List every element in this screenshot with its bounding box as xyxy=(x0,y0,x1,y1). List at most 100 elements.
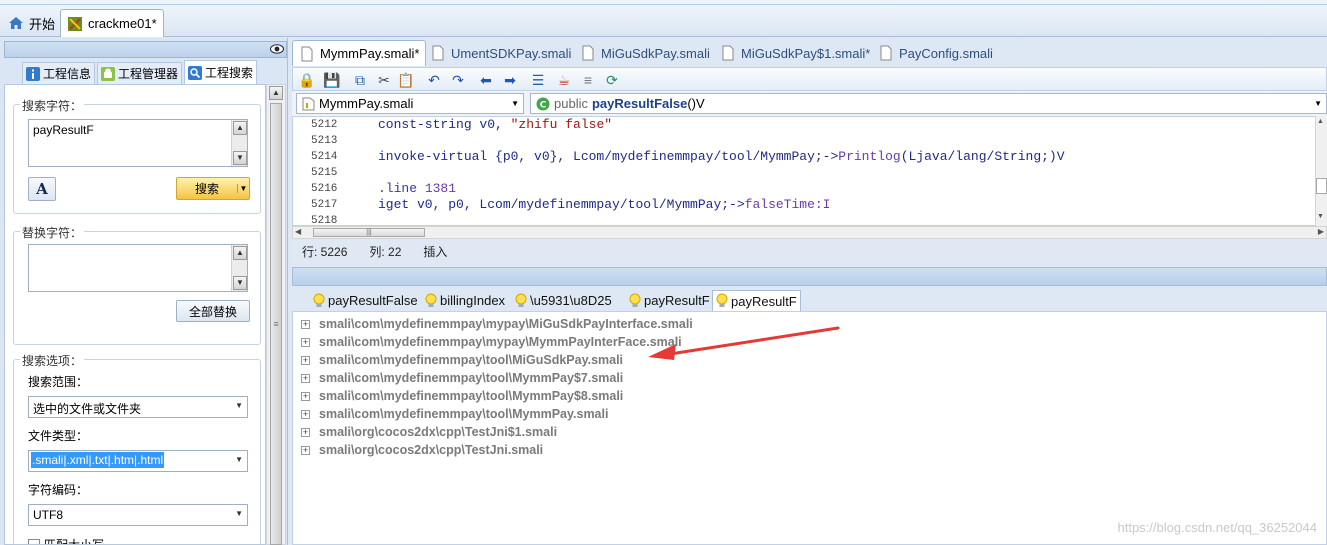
match-case-checkbox[interactable]: 匹配大小写 xyxy=(28,536,104,544)
dropdown-arrow-icon[interactable]: ▼ xyxy=(237,184,249,193)
editor-tab-label: PayConfig.smali xyxy=(899,45,993,61)
refresh-icon[interactable]: ⟳ xyxy=(603,71,621,89)
paste-icon[interactable]: 📋 xyxy=(397,71,415,89)
tab-crackme01[interactable]: crackme01* xyxy=(60,9,164,37)
tab-start[interactable]: 开始 xyxy=(2,9,61,37)
replace-input[interactable]: ▲ ▼ xyxy=(28,244,248,292)
scroll-down-icon[interactable]: ▼ xyxy=(1317,213,1324,220)
editor-tab-mymmpay[interactable]: MymmPay.smali* xyxy=(292,40,427,66)
lightbulb-icon xyxy=(425,293,437,307)
expand-icon[interactable]: + xyxy=(301,337,310,347)
code-editor[interactable]: 5212 const-string v0, "zhifu false" 5213 52… xyxy=(292,116,1327,226)
java-icon[interactable]: ☕ xyxy=(555,71,573,89)
scroll-up-icon[interactable]: ▲ xyxy=(233,246,247,260)
left-panel-scrollbar[interactable]: ▲ ≡ xyxy=(266,84,286,545)
undo-icon[interactable]: ↶ xyxy=(425,71,443,89)
scroll-down-icon[interactable]: ▼ xyxy=(233,151,247,165)
scroll-thumb[interactable]: ||| xyxy=(313,228,425,237)
tab-project-info[interactable]: 工程信息 xyxy=(22,62,96,84)
expand-icon[interactable]: + xyxy=(301,373,310,383)
file-icon xyxy=(722,45,734,61)
editor-tab-label: MiGuSdkPay$1.smali* xyxy=(741,45,871,61)
font-style-button[interactable]: A xyxy=(28,177,56,201)
scroll-up-icon[interactable]: ▲ xyxy=(269,86,283,100)
file-select[interactable]: MymmPay.smali ▼ xyxy=(296,93,524,114)
scroll-left-icon[interactable]: ◀ xyxy=(295,227,301,236)
scroll-up-icon[interactable]: ▲ xyxy=(233,121,247,135)
tab-project-search[interactable]: 工程搜索 xyxy=(184,60,258,84)
save-icon[interactable]: 💾 xyxy=(323,71,341,89)
expand-icon[interactable]: + xyxy=(301,427,310,437)
expand-icon[interactable]: + xyxy=(301,409,310,419)
file-type-select[interactable]: .smali|.xml|.txt|.htm|.html ▼ xyxy=(28,450,248,472)
home-icon xyxy=(9,17,23,29)
expand-icon[interactable]: + xyxy=(301,319,310,329)
scroll-down-icon[interactable]: ▼ xyxy=(233,276,247,290)
eye-icon[interactable] xyxy=(270,43,284,55)
editor-tab-label: MiGuSdkPay.smali xyxy=(601,45,710,61)
navigation-row: MymmPay.smali ▼ C public payResultFalse … xyxy=(292,91,1327,116)
scroll-up-icon[interactable]: ▲ xyxy=(1317,118,1324,125)
editor-tab-migusdkpay[interactable]: MiGuSdkPay.smali xyxy=(574,40,716,66)
method-select[interactable]: C public payResultFalse ()V ▼ xyxy=(530,93,1327,114)
redo-icon[interactable]: ↷ xyxy=(449,71,467,89)
result-item[interactable]: + smali\org\cocos2dx\cpp\TestJni.smali xyxy=(301,441,543,459)
search-input[interactable]: payResultF ▲ ▼ xyxy=(28,119,248,167)
watermark: https://blog.csdn.net/qq_36252044 xyxy=(1117,520,1318,535)
font-style-icon: A xyxy=(36,180,48,198)
code-token: const-string v0, xyxy=(378,117,511,132)
search-icon xyxy=(188,65,203,80)
result-item[interactable]: + smali\org\cocos2dx\cpp\TestJni$1.smali xyxy=(301,423,557,441)
lock-icon[interactable]: 🔒 xyxy=(298,71,316,89)
result-item[interactable]: + smali\com\mydefinemmpay\tool\MiGuSdkPay… xyxy=(301,351,623,369)
result-tab-label: payResultF xyxy=(644,293,710,308)
svg-text:C: C xyxy=(540,100,547,110)
scroll-right-icon[interactable]: ▶ xyxy=(1318,227,1324,236)
cut-icon[interactable]: ✂ xyxy=(375,71,393,89)
result-tab[interactable]: payResultF xyxy=(626,290,713,311)
result-tab[interactable]: billingIndex xyxy=(422,290,508,311)
result-item[interactable]: + smali\com\mydefinemmpay\tool\MymmPay$8.… xyxy=(301,387,623,405)
scope-select[interactable]: 选中的文件或文件夹 ▼ xyxy=(28,396,248,418)
format-icon[interactable]: ☰ xyxy=(529,71,547,89)
encoding-select[interactable]: UTF8 ▼ xyxy=(28,504,248,526)
scope-select-value: 选中的文件或文件夹 xyxy=(33,402,142,416)
panel-splitter[interactable] xyxy=(292,267,1327,286)
result-tab[interactable]: \u5931\u8D25 xyxy=(512,290,615,311)
back-arrow-icon[interactable]: ⬅ xyxy=(477,71,495,89)
align-icon[interactable]: ≡ xyxy=(579,71,597,89)
expand-icon[interactable]: + xyxy=(301,445,310,455)
tab-project-manager[interactable]: 工程管理器 xyxy=(97,62,183,84)
expand-icon[interactable]: + xyxy=(301,391,310,401)
code-vertical-scrollbar[interactable]: ▲ ▼ xyxy=(1315,116,1327,226)
result-tab[interactable]: payResultFalse xyxy=(310,290,421,311)
code-token: "zhifu false" xyxy=(510,117,613,132)
result-item[interactable]: + smali\com\mydefinemmpay\mypay\MymmPayIn… xyxy=(301,333,682,351)
result-item[interactable]: + smali\com\mydefinemmpay\mypay\MiGuSdkPa… xyxy=(301,315,693,333)
editor-tab-migusdkpay1[interactable]: MiGuSdkPay$1.smali* xyxy=(714,40,876,66)
result-tab-label: payResultFalse xyxy=(328,293,418,308)
scroll-thumb[interactable] xyxy=(1316,178,1327,194)
replace-all-button[interactable]: 全部替换 xyxy=(176,300,250,322)
editor-area: MymmPay.smali* UmentSDKPay.smali MiGuSdk… xyxy=(292,38,1327,545)
method-icon: C xyxy=(536,97,550,110)
result-path: smali\com\mydefinemmpay\mypay\MiGuSdkPay… xyxy=(319,317,693,331)
search-input-scrollbar[interactable]: ▲ ▼ xyxy=(231,120,247,166)
result-item[interactable]: + smali\com\mydefinemmpay\tool\MymmPay.sm… xyxy=(301,405,608,423)
code-horizontal-scrollbar[interactable]: ◀ ||| ▶ xyxy=(292,226,1327,239)
result-tab[interactable]: payResultF xyxy=(712,290,801,311)
checkbox-box[interactable] xyxy=(28,538,40,544)
search-button[interactable]: 搜索 ▼ xyxy=(176,177,250,200)
scroll-thumb[interactable]: ≡ xyxy=(270,103,282,545)
editor-tab-umentsdkpay[interactable]: UmentSDKPay.smali xyxy=(424,40,577,66)
forward-arrow-icon[interactable]: ➡ xyxy=(501,71,519,89)
code-token: Printlog xyxy=(838,149,901,164)
copy-icon[interactable]: ⧉ xyxy=(351,71,369,89)
left-panel: 工程信息 工程管理器 工程搜索 搜索字符： payResultF ▲ ▼ A 搜… xyxy=(0,38,288,545)
chevron-down-icon: ▼ xyxy=(511,99,519,108)
file-icon xyxy=(301,46,313,61)
replace-input-scrollbar[interactable]: ▲ ▼ xyxy=(231,245,247,291)
expand-icon[interactable]: + xyxy=(301,355,310,365)
editor-tab-payconfig[interactable]: PayConfig.smali xyxy=(872,40,999,66)
result-item[interactable]: + smali\com\mydefinemmpay\tool\MymmPay$7.… xyxy=(301,369,623,387)
